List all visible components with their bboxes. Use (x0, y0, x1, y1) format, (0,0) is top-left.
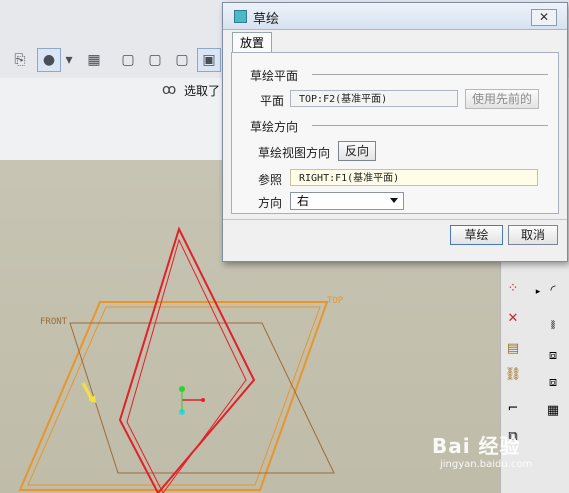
orientation-label: 方向 (258, 196, 283, 210)
dropdown-arrow-icon[interactable]: ▾ (62, 48, 76, 72)
palette-icon[interactable]: ⌐ (503, 398, 523, 418)
sketch-dialog: 草绘 ✕ 放置 草绘平面 平面 TOP:F2(基准平面) 使用先前的 草绘方向 … (222, 2, 568, 262)
front-plane-label: FRONT (40, 317, 68, 327)
plane-label: 平面 (260, 94, 285, 108)
chevron-down-icon (390, 198, 398, 203)
reference-label: 参照 (258, 173, 283, 187)
table-icon[interactable]: ▦ (543, 400, 563, 420)
sketch-plane-divider (312, 74, 548, 75)
intersect-icon[interactable]: ✕ (503, 308, 523, 328)
watermark-brand: Bai 经验 (432, 434, 521, 458)
mirror-icon[interactable]: ⧚ (543, 315, 563, 335)
sketch-button[interactable]: 草绘 (450, 225, 503, 245)
view-direction-label: 草绘视图方向 (258, 146, 331, 160)
constraint-icon[interactable]: ⁘ (503, 278, 523, 298)
view-manager-icon[interactable]: ▦ (82, 48, 106, 72)
close-button[interactable]: ✕ (531, 9, 557, 26)
orientation-select[interactable]: 右 (290, 192, 404, 210)
hidden-line-icon[interactable]: ▢ (143, 48, 167, 72)
no-hidden-icon[interactable]: ▢ (170, 48, 194, 72)
dialog-title: 草绘 (253, 12, 280, 27)
sketch-dialog-icon (234, 10, 247, 23)
tab-placement[interactable]: 放置 (232, 32, 272, 53)
shaded-icon[interactable]: ▣ (197, 48, 221, 72)
selection-status-text: 选取了 (184, 84, 221, 98)
orientation-value: 右 (297, 194, 310, 208)
sketch-orientation-section-title: 草绘方向 (250, 120, 299, 134)
flip-button[interactable]: 反向 (338, 141, 376, 161)
dialog-titlebar[interactable]: 草绘 ✕ (223, 3, 567, 30)
cancel-button[interactable]: 取消 (508, 225, 558, 245)
wireframe-icon[interactable]: ▢ (116, 48, 140, 72)
shading-icon[interactable]: ● (37, 48, 61, 72)
right-datum-plane-inner (126, 238, 247, 493)
layer-icon[interactable]: ⎘ (8, 48, 32, 72)
top-datum-plane (18, 301, 329, 491)
right-datum-plane (118, 226, 256, 493)
top-plane-label: TOP (327, 296, 344, 306)
baidu-jingyan-watermark: Bai 经验 jingyan.baidu.com (432, 430, 532, 470)
reference-field[interactable]: RIGHT:F1(基准平面) (290, 169, 538, 186)
placement-panel: 草绘平面 平面 TOP:F2(基准平面) 使用先前的 草绘方向 草绘视图方向 反… (231, 52, 559, 214)
use-previous-button[interactable]: 使用先前的 (465, 89, 539, 109)
top-datum-plane-inner (27, 306, 321, 486)
dimension-icon[interactable]: ▤ (503, 338, 523, 358)
rectangle-offset-icon[interactable]: ⧈ (543, 372, 563, 392)
selection-filter-icon[interactable]: ꝏ (162, 82, 176, 98)
sketch-orientation-divider (312, 125, 548, 126)
arc-icon[interactable]: ◜ (543, 280, 563, 300)
chain-icon[interactable]: ⛓ (503, 364, 523, 384)
offset-icon[interactable]: ⧈ (543, 345, 563, 365)
plane-field[interactable]: TOP:F2(基准平面) (290, 90, 458, 107)
front-datum-plane (69, 322, 335, 474)
watermark-site: jingyan.baidu.com (440, 459, 533, 470)
dialog-footer-divider (223, 219, 567, 220)
sketch-plane-section-title: 草绘平面 (250, 69, 299, 83)
